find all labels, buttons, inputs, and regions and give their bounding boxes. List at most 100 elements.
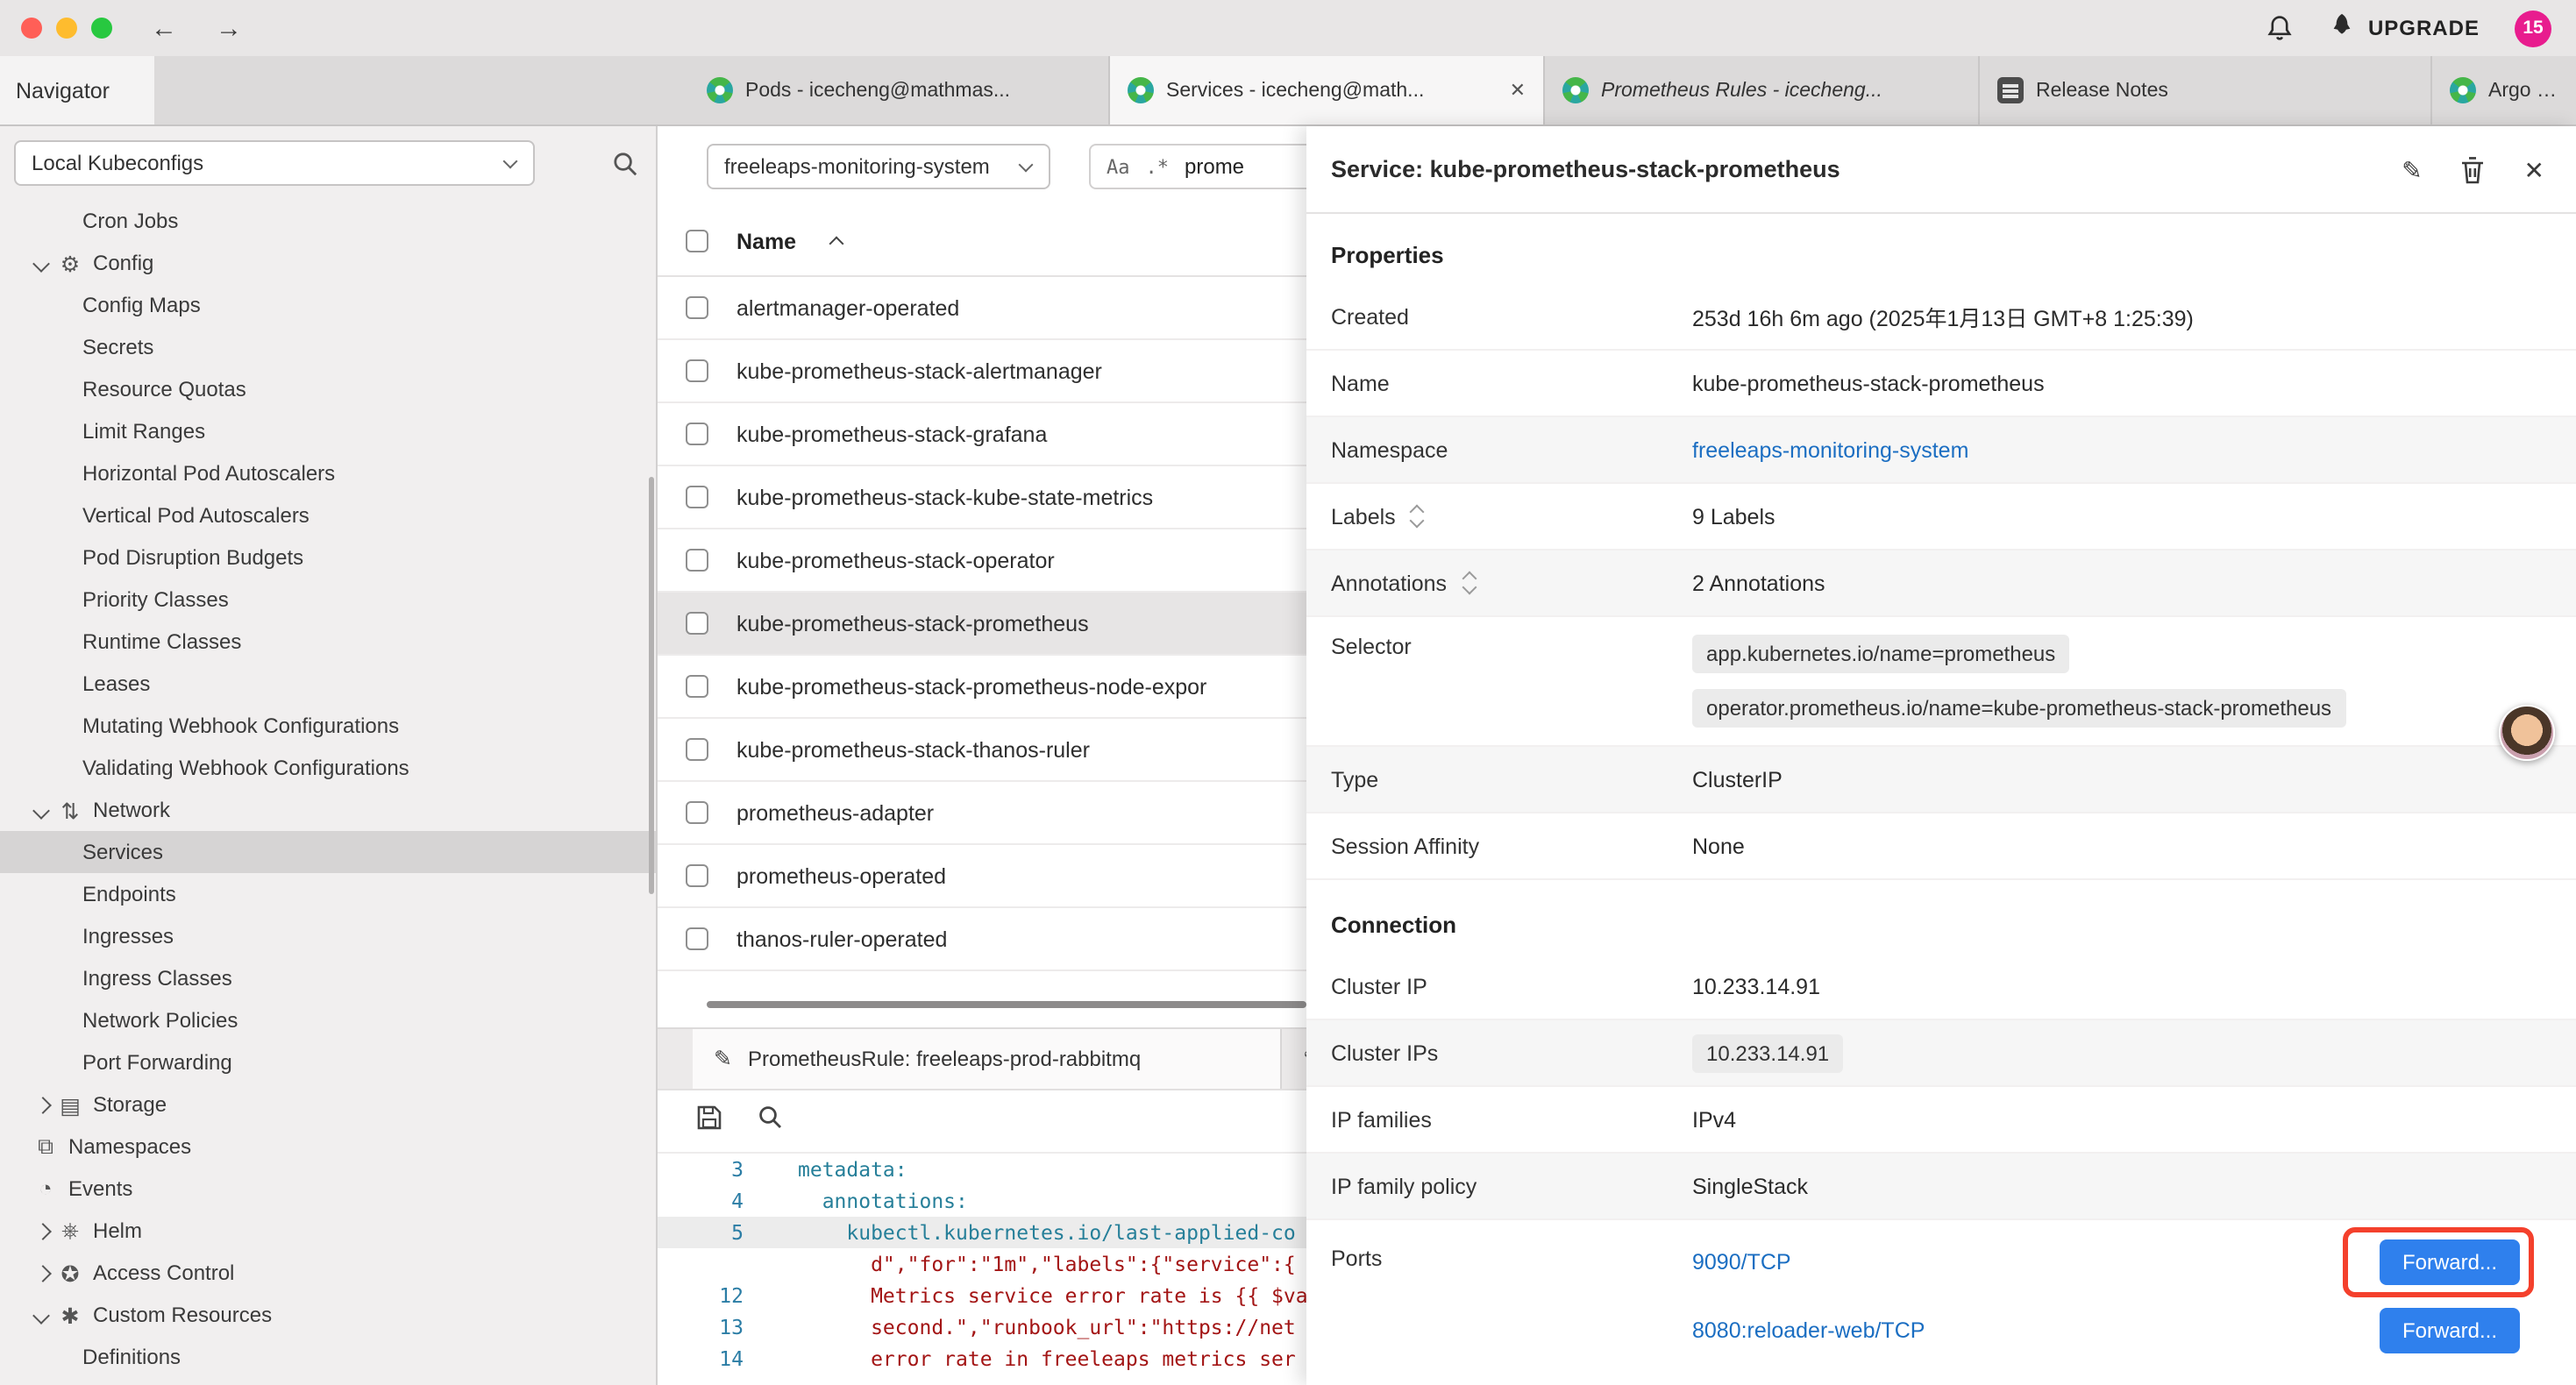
tree-chevron-icon[interactable] [32,798,56,822]
row-checkbox[interactable] [686,864,708,887]
namespace-link[interactable]: freeleaps-monitoring-system [1692,437,1993,462]
user-avatar[interactable] [2499,705,2555,761]
tree-chevron-icon[interactable] [32,1303,56,1327]
sidebar-scrollbar[interactable] [649,477,654,894]
minimize-window-button[interactable] [56,18,77,39]
forward-button[interactable] [216,15,242,41]
sidebar-item[interactable]: Horizontal Pod Autoscalers [0,452,656,494]
sidebar-item[interactable]: Vertical Pod Autoscalers [0,494,656,536]
kubeconfig-select[interactable]: Local Kubeconfigs [14,140,535,186]
save-icon[interactable] [696,1104,722,1139]
sidebar-item[interactable]: Config Maps [0,284,656,326]
app-window: UPGRADE 15 Navigator Pods - icecheng@mat… [0,0,2576,1385]
sidebar-item[interactable]: Services [0,831,656,873]
tree-chevron-icon[interactable] [32,1261,56,1285]
expand-collapse-icon[interactable] [1459,572,1478,594]
sidebar-item[interactable]: Validating Webhook Configurations [0,747,656,789]
row-checkbox[interactable] [686,359,708,382]
sidebar-item[interactable]: Priority Classes [0,579,656,621]
edit-service-icon[interactable] [2402,157,2422,181]
row-checkbox[interactable] [686,927,708,950]
name-column-header[interactable]: Name [737,229,796,253]
labels-value[interactable]: 9 Labels [1692,504,1800,529]
tree-chevron-icon[interactable] [32,251,56,275]
sidebar-item[interactable]: Namespaces [0,1126,656,1168]
port-link[interactable]: 9090/TCP [1692,1250,1791,1275]
service-name: kube-prometheus-stack-kube-state-metrics [737,485,1153,509]
sidebar-item-label: Runtime Classes [82,629,241,654]
sidebar-item[interactable]: Access Control [0,1252,656,1294]
editor-tab[interactable]: Prometheus Rules - icecheng... [1545,56,1980,124]
sidebar-item[interactable]: Network [0,789,656,831]
row-checkbox[interactable] [686,549,708,572]
expand-collapse-icon[interactable] [1408,505,1427,528]
tab-close-icon[interactable] [1510,79,1526,102]
tab-label: Argo Se [2488,80,2558,101]
sidebar-item[interactable]: Ingress Classes [0,957,656,999]
select-all-checkbox[interactable] [686,230,708,252]
row-checkbox[interactable] [686,423,708,445]
cluster-ips-badge: 10.233.14.91 [1692,1033,1843,1072]
tab-label: Pods - icecheng@mathmas... [745,80,1091,101]
namespace-select[interactable]: freeleaps-monitoring-system [707,144,1050,189]
delete-service-icon[interactable] [2461,155,2486,183]
port-forward-button[interactable]: Forward... [2380,1239,2520,1285]
sidebar-item[interactable]: Leases [0,663,656,705]
maximize-window-button[interactable] [91,18,112,39]
sidebar-item[interactable]: Ingresses [0,915,656,957]
sidebar-item[interactable]: Pod Disruption Budgets [0,536,656,579]
match-case-toggle[interactable]: Aa [1107,155,1130,178]
port-link[interactable]: 8080:reloader-web/TCP [1692,1318,1925,1343]
notification-count-badge[interactable]: 15 [2515,10,2551,46]
row-checkbox[interactable] [686,675,708,698]
property-row-session-affinity: Session Affinity None [1306,813,2576,880]
sidebar-item[interactable]: Resource Quotas [0,368,656,410]
sidebar-item[interactable]: Storage [0,1083,656,1126]
editor-tab[interactable]: Services - icecheng@math... [1110,56,1545,124]
editor-tab[interactable]: Argo Se [2432,56,2576,124]
back-button[interactable] [151,15,177,41]
sidebar-item[interactable]: Events [0,1168,656,1210]
sidebar-item[interactable]: Mutating Webhook Configurations [0,705,656,747]
tree-chevron-icon[interactable] [32,1092,56,1117]
port-forward-button[interactable]: Forward... [2380,1308,2520,1353]
row-checkbox[interactable] [686,296,708,319]
sidebar-item[interactable]: Runtime Classes [0,621,656,663]
search-query-text: prome [1185,154,1244,179]
sidebar-item[interactable]: Helm [0,1210,656,1252]
sidebar-search-icon[interactable] [612,150,638,176]
selector-badge: operator.prometheus.io/name=kube-prometh… [1692,689,2345,728]
editor-tab[interactable]: Pods - icecheng@mathmas... [689,56,1110,124]
row-checkbox[interactable] [686,738,708,761]
row-checkbox[interactable] [686,486,708,508]
horizontal-scrollbar[interactable] [707,1001,1306,1008]
sidebar-item[interactable]: Definitions [0,1336,656,1378]
sidebar-item[interactable]: Limit Ranges [0,410,656,452]
close-window-button[interactable] [21,18,42,39]
tab-cluster-icon [1562,77,1589,103]
sort-ascending-icon[interactable] [831,235,843,247]
tree-chevron-icon[interactable] [32,1218,56,1243]
notifications-bell-icon[interactable] [2266,14,2295,42]
sidebar-item[interactable]: Endpoints [0,873,656,915]
sidebar-item[interactable]: Cron Jobs [0,200,656,242]
regex-toggle[interactable]: .* [1146,155,1170,178]
line-number: 13 [658,1315,744,1339]
row-checkbox[interactable] [686,612,708,635]
sidebar-item[interactable]: Custom Resources [0,1294,656,1336]
sidebar-item[interactable]: Config [0,242,656,284]
sidebar-item[interactable]: Network Policies [0,999,656,1041]
list-search-input[interactable]: Aa .* prome [1089,144,1320,189]
dock-tab-prometheusrule[interactable]: PrometheusRule: freeleaps-prod-rabbitmq [693,1029,1282,1089]
annotations-value[interactable]: 2 Annotations [1692,571,1850,595]
row-checkbox[interactable] [686,801,708,824]
sidebar-item-label: Horizontal Pod Autoscalers [82,461,335,486]
editor-search-icon[interactable] [758,1104,782,1138]
close-drawer-icon[interactable] [2524,157,2544,181]
sidebar-item-label: Limit Ranges [82,419,205,444]
navigator-panel-tab[interactable]: Navigator [0,56,154,124]
sidebar-item[interactable]: Port Forwarding [0,1041,656,1083]
editor-tab[interactable]: Release Notes [1980,56,2432,124]
upgrade-button[interactable]: UPGRADE [2330,12,2480,44]
sidebar-item[interactable]: Secrets [0,326,656,368]
